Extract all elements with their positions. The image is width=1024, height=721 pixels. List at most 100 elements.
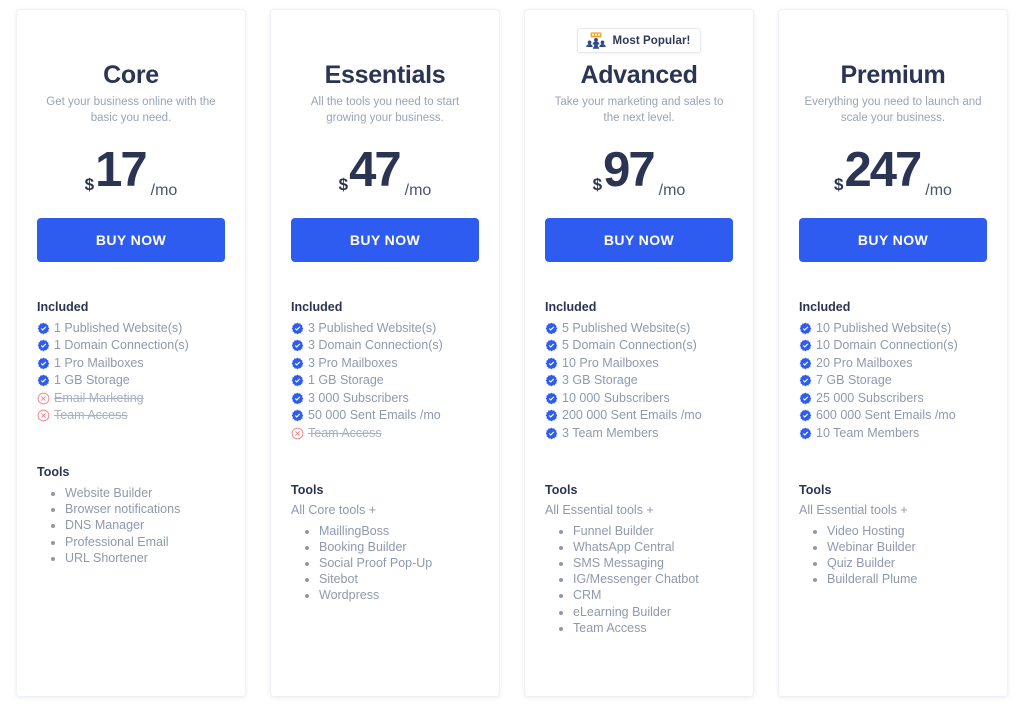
plan-price: $247/mo: [799, 142, 987, 204]
tool-item: URL Shortener: [65, 550, 225, 566]
feature-included-item: 200 000 Sent Emails /mo: [545, 407, 733, 425]
feature-label: 10 Pro Mailboxes: [562, 355, 659, 370]
tool-item: Wordpress: [319, 587, 479, 603]
check-badge-icon: [291, 392, 304, 405]
buy-now-button[interactable]: BUY NOW: [799, 217, 987, 262]
buy-now-button[interactable]: BUY NOW: [545, 217, 733, 262]
tool-item: Team Access: [573, 620, 733, 636]
feature-label: 1 Domain Connection(s): [54, 338, 189, 353]
popular-badge-slot: Most Popular!: [545, 28, 733, 54]
tool-item: CRM: [573, 587, 733, 603]
check-badge-icon: [545, 409, 558, 422]
feature-label: 1 GB Storage: [308, 373, 384, 388]
price-period: /mo: [404, 181, 432, 199]
feature-label: 50 000 Sent Emails /mo: [308, 408, 441, 423]
included-heading: Included: [545, 299, 597, 314]
tool-item: Professional Email: [65, 534, 225, 550]
check-badge-icon: [799, 374, 812, 387]
feature-included-item: 3 Domain Connection(s): [291, 337, 479, 355]
price-amount: 97: [603, 142, 655, 197]
group-people-icon: [585, 32, 606, 49]
check-badge-icon: [545, 392, 558, 405]
tools-list: Funnel BuilderWhatsApp CentralSMS Messag…: [545, 523, 733, 636]
feature-label: 5 Domain Connection(s): [562, 338, 697, 353]
check-badge-icon: [799, 409, 812, 422]
tool-item: Video Hosting: [827, 523, 987, 539]
feature-label: 25 000 Subscribers: [816, 390, 924, 405]
feature-label: 1 Pro Mailboxes: [54, 355, 144, 370]
check-badge-icon: [37, 357, 50, 370]
tools-section: Tools All Essential tools + Funnel Builder…: [545, 483, 733, 636]
feature-excluded-item: Team Access: [291, 425, 479, 443]
feature-label: Email Marketing: [54, 390, 144, 405]
included-heading: Included: [799, 299, 851, 314]
feature-excluded-item: Team Access: [37, 407, 225, 425]
plan-name: Essentials: [324, 61, 446, 89]
feature-label: 3 Published Website(s): [308, 320, 437, 335]
tool-item: DNS Manager: [65, 517, 225, 533]
tools-list: Video HostingWebinar BuilderQuiz Builder…: [799, 523, 987, 588]
tool-item: Website Builder: [65, 485, 225, 501]
check-badge-icon: [545, 339, 558, 352]
price-currency-symbol: $: [592, 174, 603, 194]
buy-now-button[interactable]: BUY NOW: [291, 217, 479, 262]
plan-price: $17/mo: [37, 145, 225, 204]
feature-label: 10 Published Website(s): [816, 320, 952, 335]
tool-item: Builderall Plume: [827, 571, 987, 587]
feature-included-item: 3 Published Website(s): [291, 320, 479, 338]
feature-included-item: 3 Team Members: [545, 425, 733, 443]
plan-description: All the tools you need to start growing …: [310, 95, 460, 125]
tools-section: Tools All Essential tools + Video HostingW…: [799, 483, 987, 588]
feature-included-item: 20 Pro Mailboxes: [799, 355, 987, 373]
feature-label: 3 000 Subscribers: [308, 390, 409, 405]
cross-circle-icon: [291, 427, 304, 440]
feature-included-item: 3 GB Storage: [545, 372, 733, 390]
feature-included-item: 3 000 Subscribers: [291, 390, 479, 408]
feature-label: 3 Domain Connection(s): [308, 338, 443, 353]
plan-price: $97/mo: [545, 142, 733, 204]
check-badge-icon: [37, 339, 50, 352]
tools-section: Tools All Core tools + MaillingBossBooking…: [291, 483, 479, 604]
feature-label: 200 000 Sent Emails /mo: [562, 408, 702, 423]
feature-included-item: 1 GB Storage: [291, 372, 479, 390]
feature-label: Team Access: [54, 408, 128, 423]
price-period: /mo: [150, 181, 178, 199]
included-section: Included 3 Published Website(s) 3 Domain C…: [291, 300, 479, 443]
included-feature-list: 5 Published Website(s) 5 Domain Connectio…: [545, 320, 733, 443]
feature-label: Team Access: [308, 426, 382, 441]
price-currency-symbol: $: [338, 174, 349, 194]
cross-circle-icon: [37, 409, 50, 422]
feature-included-item: 10 Domain Connection(s): [799, 337, 987, 355]
included-feature-list: 10 Published Website(s) 10 Domain Connect…: [799, 320, 987, 443]
feature-label: 5 Published Website(s): [562, 320, 691, 335]
tool-item: Browser notifications: [65, 501, 225, 517]
pricing-plans-grid: Core Get your business online with the ba…: [0, 0, 1024, 721]
feature-label: 1 GB Storage: [54, 373, 130, 388]
plan-name: Advanced: [580, 61, 698, 89]
feature-label: 3 Pro Mailboxes: [308, 355, 398, 370]
feature-included-item: 7 GB Storage: [799, 372, 987, 390]
feature-included-item: 1 Domain Connection(s): [37, 337, 225, 355]
check-badge-icon: [799, 339, 812, 352]
popular-badge-slot: [291, 28, 479, 54]
popular-badge-slot: [799, 28, 987, 54]
check-badge-icon: [799, 427, 812, 440]
check-badge-icon: [37, 374, 50, 387]
tool-item: MaillingBoss: [319, 523, 479, 539]
included-heading: Included: [37, 299, 89, 314]
buy-now-button[interactable]: BUY NOW: [37, 217, 225, 262]
plan-description: Get your business online with the basic …: [46, 95, 216, 125]
most-popular-badge: Most Popular!: [576, 28, 702, 53]
tools-list: Website BuilderBrowser notificationsDNS …: [37, 485, 225, 566]
feature-label: 20 Pro Mailboxes: [816, 355, 913, 370]
plan-description: Everything you need to launch and scale …: [804, 95, 982, 125]
included-heading: Included: [291, 299, 343, 314]
tool-item: Sitebot: [319, 571, 479, 587]
tools-heading: Tools: [291, 482, 324, 497]
tool-item: Social Proof Pop-Up: [319, 555, 479, 571]
plan-name: Premium: [840, 61, 946, 89]
feature-label: 10 Domain Connection(s): [816, 338, 958, 353]
tool-item: eLearning Builder: [573, 604, 733, 620]
feature-included-item: 600 000 Sent Emails /mo: [799, 407, 987, 425]
price-amount: 247: [844, 142, 923, 197]
